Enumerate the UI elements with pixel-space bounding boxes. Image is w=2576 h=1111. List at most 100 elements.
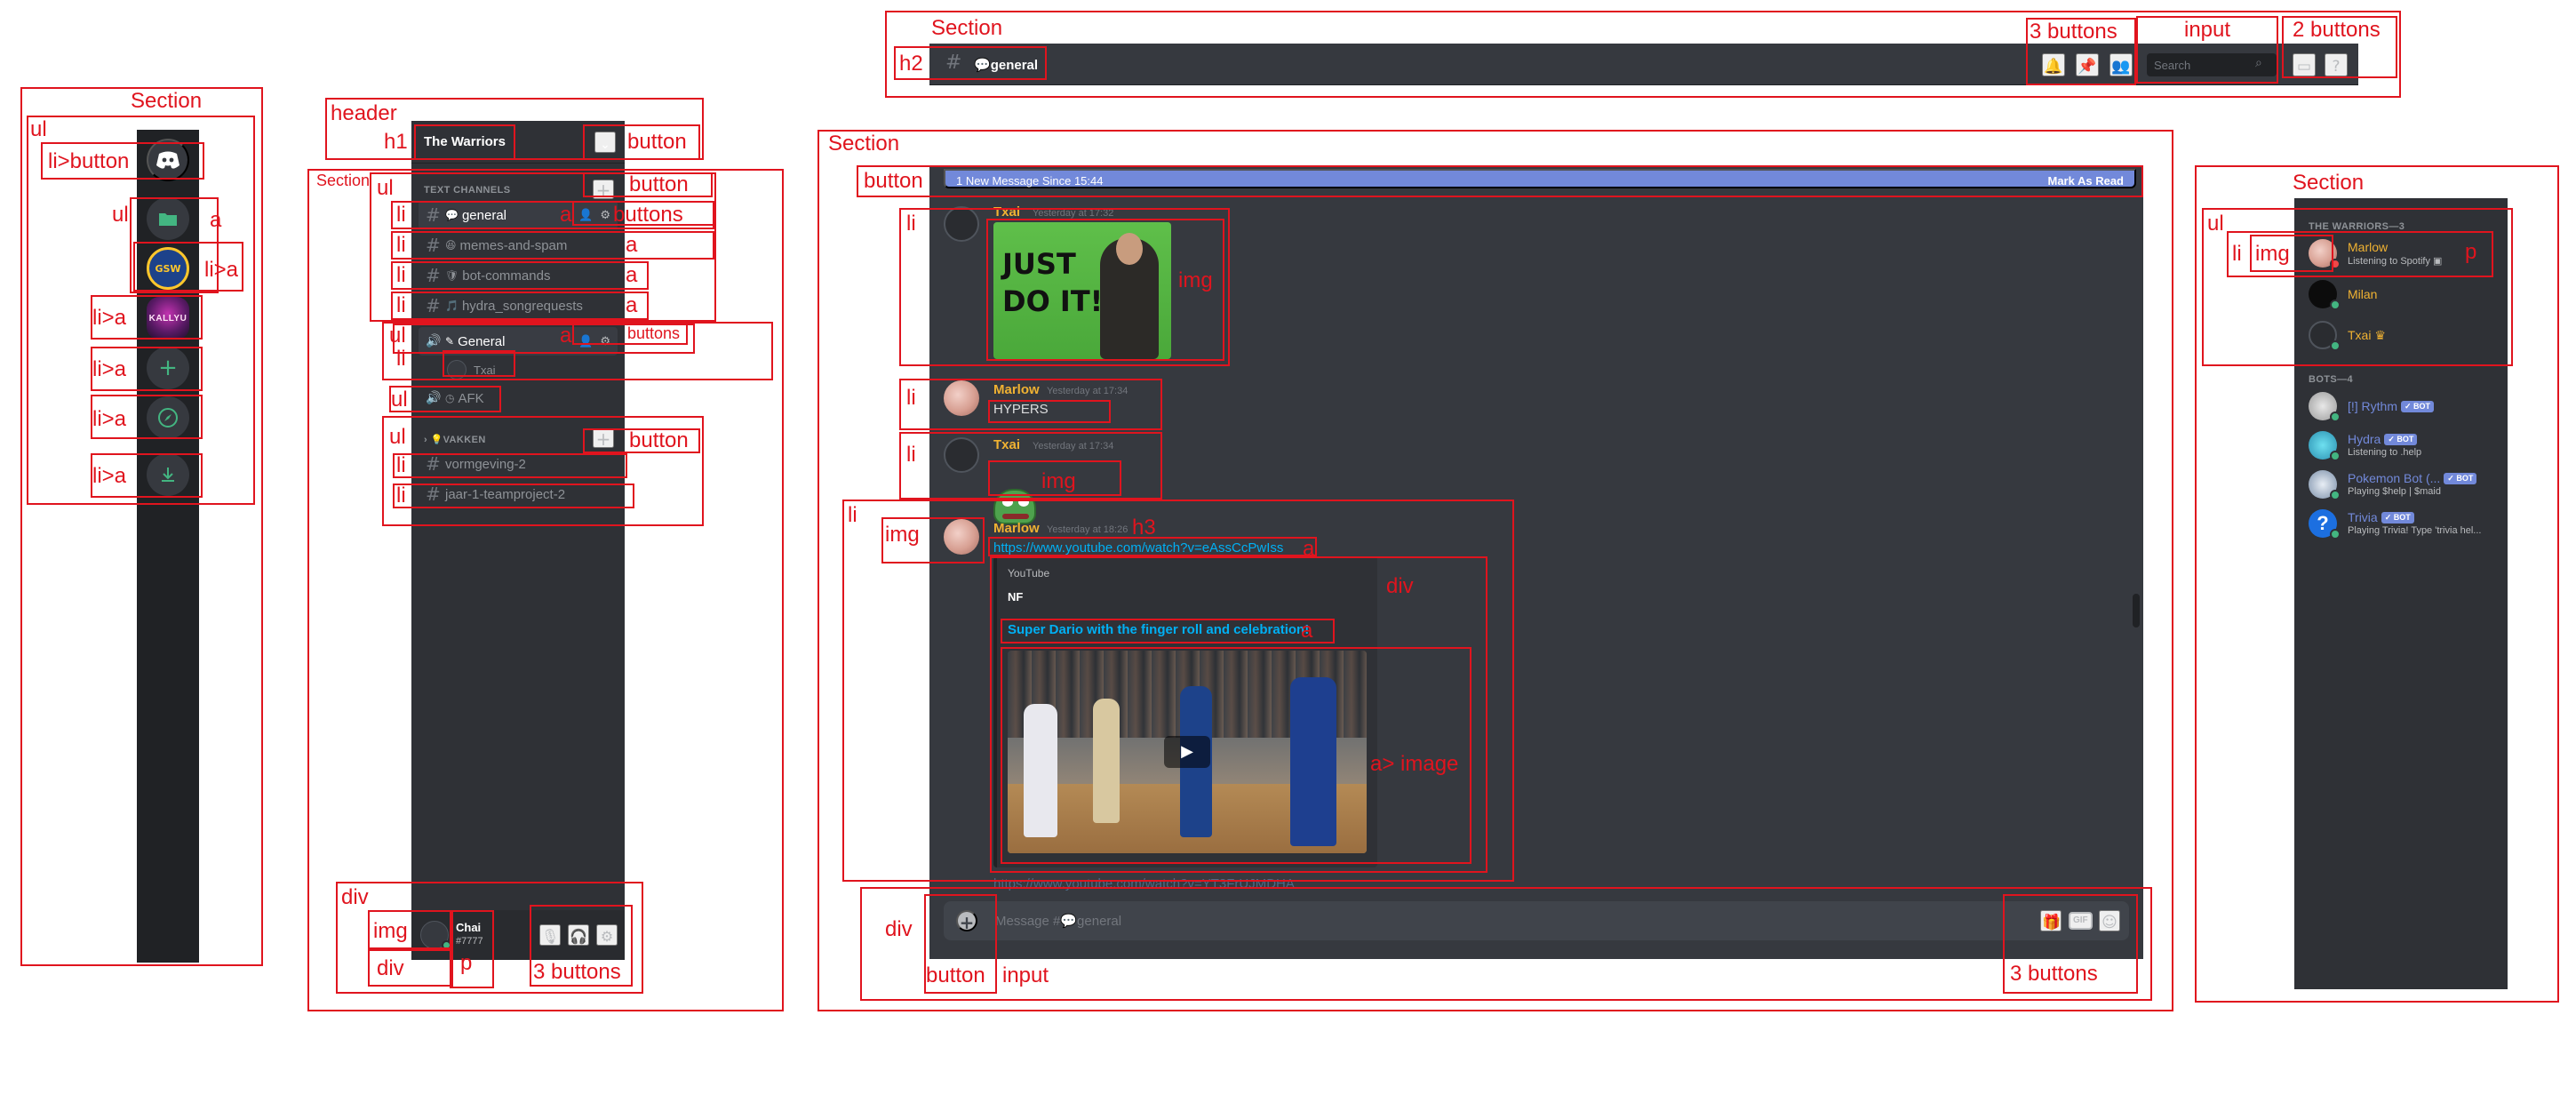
annotation-label: a> image bbox=[1370, 752, 1459, 776]
invite-icon[interactable]: 👤 bbox=[578, 209, 593, 222]
channel-vormgeving-2[interactable]: # vormgeving-2 bbox=[419, 450, 618, 478]
annotation-label: 3 buttons bbox=[533, 960, 621, 984]
member-list-icon[interactable]: 👥 bbox=[2109, 53, 2133, 76]
annotation-label: img bbox=[2255, 242, 2290, 266]
member-name: [!] Rythm ✓ BOT bbox=[2348, 399, 2435, 413]
member-activity: Listening to Spotify ▣ bbox=[2348, 256, 2443, 267]
channel-jaar-1-teamproject-2[interactable]: # jaar-1-teamproject-2 bbox=[419, 480, 618, 508]
mute-mic-icon[interactable]: 🎙 bbox=[539, 924, 561, 946]
annotation-label: li bbox=[396, 347, 406, 371]
gift-icon[interactable]: 🎁 bbox=[2040, 910, 2062, 931]
explore-compass-icon[interactable] bbox=[147, 396, 189, 439]
message-author[interactable]: Marlow bbox=[993, 382, 1040, 397]
member-hydra[interactable]: Hydra ✓ BOT Listening to .help bbox=[2301, 426, 2500, 465]
category-text-channels[interactable]: TEXT CHANNELS bbox=[424, 185, 510, 196]
headphones-icon[interactable]: 🎧 bbox=[568, 924, 589, 946]
gear-icon[interactable]: ⚙ bbox=[600, 209, 610, 222]
member-rythm[interactable]: [!] Rythm ✓ BOT bbox=[2301, 387, 2500, 426]
scrollbar-thumb[interactable] bbox=[2133, 594, 2140, 627]
channel-general[interactable]: # 💬 general 👤 ⚙ bbox=[419, 201, 618, 229]
embed-author[interactable]: NF bbox=[1008, 590, 1023, 603]
annotation-label: a bbox=[210, 208, 222, 232]
annotation-label: li bbox=[2232, 242, 2242, 266]
folder-icon[interactable] bbox=[147, 197, 189, 240]
gif-image[interactable]: JUST DO IT! bbox=[993, 222, 1171, 359]
bell-icon[interactable]: 🔔 bbox=[2042, 53, 2065, 76]
voice-channel-general[interactable]: 🔊 ✎ General 👤 ⚙ bbox=[419, 327, 618, 356]
annotation-label: Section bbox=[2293, 171, 2365, 195]
message-author[interactable]: Marlow bbox=[993, 521, 1040, 536]
annotation-label: h1 bbox=[384, 130, 408, 154]
channel-hydra-songrequests[interactable]: # 🎵 hydra_songrequests bbox=[419, 292, 618, 320]
youtube-link[interactable]: https://www.youtube.com/watch?v=eAssCcPw… bbox=[993, 540, 1283, 556]
annotation-label: buttons bbox=[613, 203, 683, 227]
annotation-label: li bbox=[396, 293, 406, 317]
spotify-icon: ▣ bbox=[2433, 256, 2443, 267]
video-thumbnail[interactable]: ▶ bbox=[1008, 651, 1367, 853]
hash-icon: # bbox=[426, 265, 441, 286]
gear-icon[interactable]: ⚙ bbox=[600, 335, 610, 348]
next-message-link[interactable]: https://www.youtube.com/watch?v=YT3FrUJM… bbox=[993, 876, 1295, 891]
annotation-label: li bbox=[396, 484, 406, 508]
help-icon[interactable]: ? bbox=[2325, 53, 2348, 76]
create-channel-plus-icon[interactable]: + bbox=[593, 180, 614, 199]
clock-icon: ◷ bbox=[445, 392, 455, 404]
invite-icon[interactable]: 👤 bbox=[578, 335, 593, 348]
channel-memes-and-spam[interactable]: # 😆 memes-and-spam bbox=[419, 231, 618, 260]
member-name: Trivia ✓ BOT bbox=[2348, 510, 2414, 524]
gear-icon[interactable]: ⚙ bbox=[596, 924, 618, 946]
voice-user-name: Txai bbox=[474, 363, 496, 377]
annotation-label: li bbox=[396, 263, 406, 287]
download-icon[interactable] bbox=[147, 453, 189, 496]
home-button[interactable] bbox=[147, 139, 189, 181]
message-input[interactable] bbox=[995, 901, 2017, 940]
pepe-emoji-image[interactable] bbox=[993, 489, 1036, 524]
avatar[interactable] bbox=[944, 380, 979, 416]
member-activity: Playing Trivia! Type 'trivia hel... bbox=[2348, 525, 2482, 536]
avatar[interactable] bbox=[944, 437, 979, 473]
hash-icon: # bbox=[945, 52, 962, 74]
message-author[interactable]: Txai bbox=[993, 204, 1020, 220]
create-channel-plus-icon[interactable]: + bbox=[593, 428, 614, 448]
annotation-label: ul bbox=[2207, 212, 2224, 236]
annotation-label: li bbox=[906, 443, 916, 467]
upload-plus-icon[interactable]: + bbox=[956, 910, 977, 933]
member-txai[interactable]: Txai ♛ bbox=[2301, 316, 2500, 355]
mark-as-read-button[interactable]: Mark As Read bbox=[2048, 174, 2125, 188]
dnd-status-icon bbox=[2330, 259, 2341, 269]
avatar[interactable] bbox=[944, 206, 979, 242]
annotation-label: 3 buttons bbox=[2030, 20, 2117, 44]
server-golden-state[interactable]: GSW bbox=[147, 247, 189, 290]
youtube-embed: YouTube NF Super Dario with the finger r… bbox=[993, 556, 1377, 867]
gif-button[interactable]: GIF bbox=[2069, 912, 2093, 930]
channel-bot-commands[interactable]: # 🛡 bot-commands bbox=[419, 261, 618, 290]
online-status-icon bbox=[2330, 340, 2341, 351]
embed-title-link[interactable]: Super Dario with the finger roll and cel… bbox=[1008, 622, 1309, 637]
hash-icon: # bbox=[426, 295, 441, 316]
chevron-down-icon[interactable]: ⌄ bbox=[594, 132, 616, 153]
annotation-label: div bbox=[885, 917, 913, 941]
pin-icon[interactable]: 📌 bbox=[2076, 53, 2099, 76]
new-messages-text: 1 New Message Since 15:44 bbox=[956, 174, 1104, 188]
channel-afk[interactable]: 🔊 ◷ AFK bbox=[419, 384, 618, 412]
category-vakken[interactable]: › 💡VAKKEN bbox=[424, 434, 486, 445]
inbox-icon[interactable]: ▭ bbox=[2293, 53, 2316, 76]
member-trivia[interactable]: ? Trivia ✓ BOT Playing Trivia! Type 'triv… bbox=[2301, 504, 2500, 543]
play-icon[interactable]: ▶ bbox=[1164, 736, 1210, 768]
pepe-mouth bbox=[1002, 514, 1029, 519]
online-status-icon bbox=[442, 940, 451, 950]
member-milan[interactable]: Milan bbox=[2301, 275, 2500, 314]
message-timestamp: Yesterday at 17:34 bbox=[1047, 386, 1128, 396]
voice-user-txai[interactable]: Txai bbox=[447, 359, 496, 380]
add-server-icon[interactable]: + bbox=[147, 347, 189, 389]
avatar[interactable] bbox=[944, 519, 979, 555]
server-header[interactable]: The Warriors ⌄ bbox=[411, 121, 625, 164]
annotation-label: buttons bbox=[627, 324, 681, 342]
member-pokemon-bot[interactable]: Pokemon Bot (... ✓ BOT Playing $help | $m… bbox=[2301, 465, 2500, 504]
server-kallyu[interactable]: KALLYU bbox=[147, 297, 189, 340]
gif-face bbox=[1116, 233, 1143, 265]
annotation-label: li>a bbox=[92, 464, 127, 488]
new-messages-bar[interactable]: 1 New Message Since 15:44 Mark As Read bbox=[944, 169, 2136, 188]
message-author[interactable]: Txai bbox=[993, 437, 1020, 452]
emoji-picker-icon[interactable]: ☺ bbox=[2099, 910, 2120, 931]
